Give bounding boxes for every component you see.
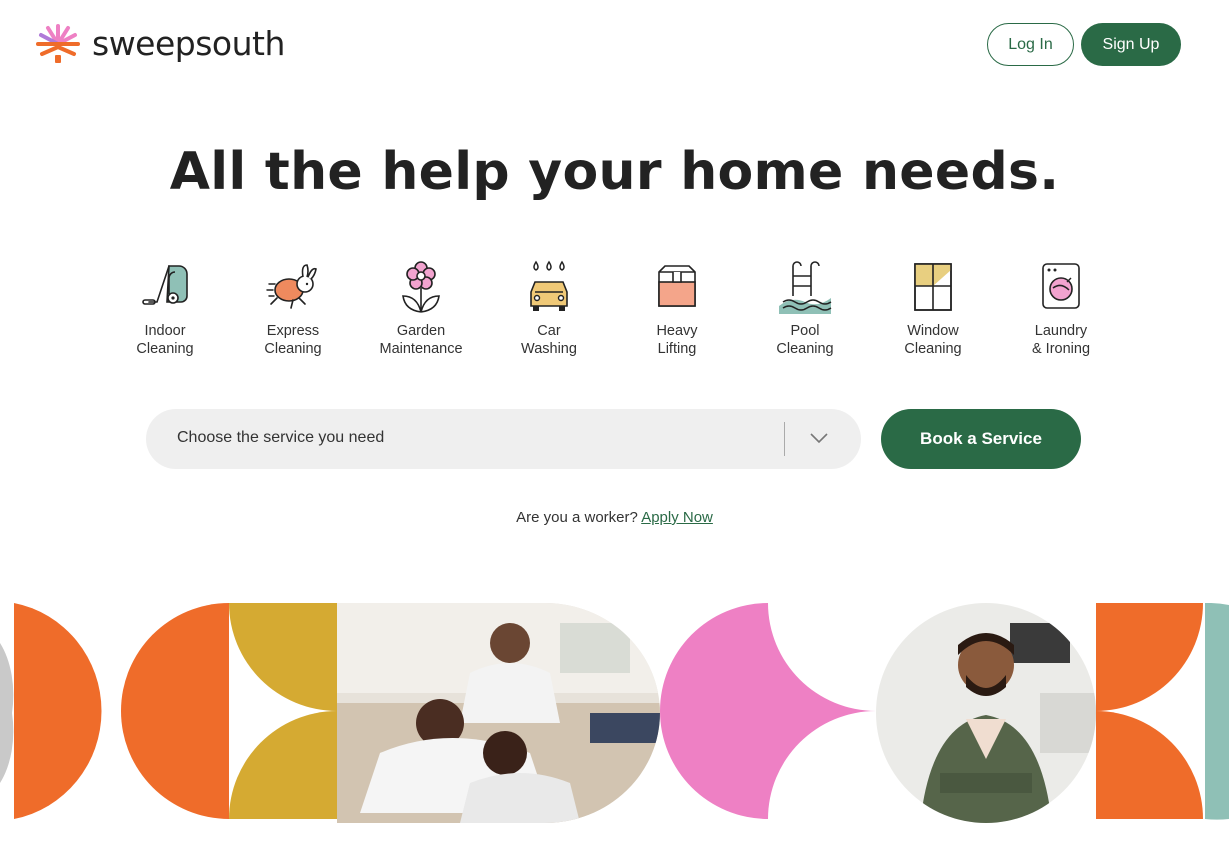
hero-title: All the help your home needs. — [169, 142, 1060, 202]
man-photo — [876, 603, 1096, 823]
service-express-cleaning[interactable]: Express Cleaning — [229, 258, 357, 358]
service-label: Garden Maintenance — [379, 323, 463, 357]
service-list: Indoor Cleaning Express Cleaning Garden … — [101, 258, 1125, 358]
select-divider — [784, 422, 785, 456]
teal-half-disc-shape — [1205, 603, 1229, 820]
service-laundry-ironing[interactable]: Laundry & Ironing — [997, 258, 1125, 358]
orange-half-disc-shape — [14, 603, 102, 819]
service-label: Pool Cleaning — [776, 323, 834, 357]
service-label: Laundry & Ironing — [1031, 323, 1091, 357]
service-car-washing[interactable]: Car Washing — [485, 258, 613, 358]
family-photo — [337, 603, 660, 823]
mustard-quarter-shape — [229, 603, 337, 711]
mustard-quarter-shape — [229, 711, 337, 819]
service-indoor-cleaning[interactable]: Indoor Cleaning — [101, 258, 229, 358]
washing-machine-icon — [1042, 263, 1080, 309]
service-label: Car Washing — [521, 323, 577, 357]
chevron-down-icon — [810, 433, 828, 444]
service-label: Express Cleaning — [264, 323, 322, 357]
orange-half-disc-shape — [121, 603, 229, 819]
service-label: Window Cleaning — [904, 323, 962, 357]
login-button[interactable]: Log In — [987, 23, 1074, 66]
window-icon — [914, 263, 952, 311]
book-service-button[interactable]: Book a Service — [881, 409, 1081, 469]
flower-icon — [402, 261, 440, 313]
apply-now-link[interactable]: Apply Now — [641, 509, 713, 526]
brand-name: sweepsouth — [92, 23, 285, 63]
sunburst-logo-icon — [36, 24, 80, 63]
service-select-placeholder: Choose the service you need — [177, 429, 385, 446]
worker-question: Are you a worker? — [516, 509, 638, 526]
car-icon — [530, 260, 568, 311]
pool-ladder-icon — [779, 261, 832, 314]
service-window-cleaning[interactable]: Window Cleaning — [869, 258, 997, 358]
service-select[interactable]: Choose the service you need — [146, 409, 861, 469]
worker-prompt: Are you a worker? Apply Now — [0, 509, 1229, 526]
brand-logo[interactable]: sweepsouth — [36, 22, 285, 64]
box-icon — [658, 265, 696, 307]
service-pool-cleaning[interactable]: Pool Cleaning — [741, 258, 869, 358]
signup-button[interactable]: Sign Up — [1081, 23, 1181, 66]
service-label: Indoor Cleaning — [136, 323, 194, 357]
pink-petal-shape — [660, 603, 876, 819]
service-heavy-lifting[interactable]: Heavy Lifting — [613, 258, 741, 358]
vacuum-icon — [142, 265, 188, 305]
decorative-photo-band — [0, 603, 1229, 823]
service-garden-maintenance[interactable]: Garden Maintenance — [357, 258, 485, 358]
orange-quarter-shape — [1096, 711, 1203, 819]
service-label: Heavy Lifting — [656, 323, 698, 357]
partial-photo-shape — [0, 643, 14, 783]
site-header: sweepsouth Log In Sign Up — [0, 0, 1229, 90]
orange-quarter-shape — [1096, 603, 1203, 711]
rabbit-icon — [266, 264, 317, 309]
